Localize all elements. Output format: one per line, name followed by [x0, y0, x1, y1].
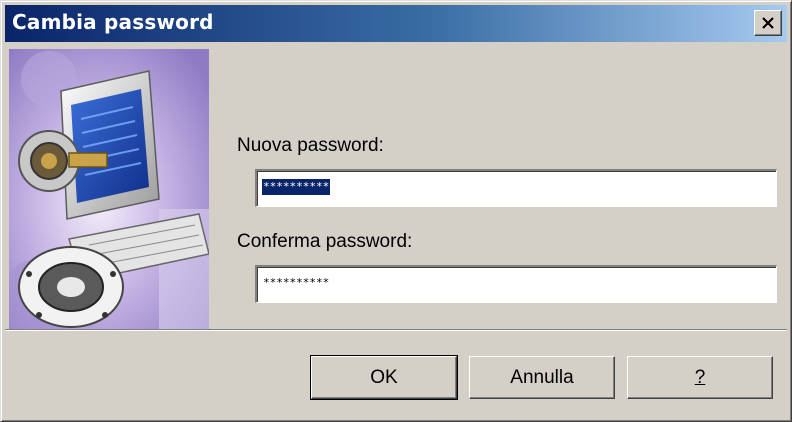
ok-button[interactable]: OK: [310, 355, 458, 400]
dialog-content: Nuova password: ********** Conferma pass…: [1, 45, 791, 331]
title-bar[interactable]: Cambia password: [5, 5, 787, 42]
window-title: Cambia password: [12, 10, 214, 34]
confirm-password-label: Conferma password:: [237, 231, 413, 252]
new-password-field[interactable]: **********: [255, 169, 777, 207]
close-icon: [762, 17, 774, 29]
confirm-password-value: **********: [263, 276, 330, 289]
new-password-value: **********: [262, 179, 331, 195]
confirm-password-field[interactable]: **********: [255, 265, 777, 303]
new-password-label: Nuova password:: [237, 135, 384, 156]
close-button[interactable]: [754, 10, 782, 36]
change-password-dialog: Cambia password Nuova password: ********…: [0, 0, 792, 422]
cancel-button[interactable]: Annulla: [469, 356, 615, 399]
separator: [5, 329, 787, 331]
computer-lock-illustration-icon: [9, 49, 209, 329]
help-button-label: ?: [694, 367, 706, 388]
help-button[interactable]: ?: [627, 356, 773, 399]
